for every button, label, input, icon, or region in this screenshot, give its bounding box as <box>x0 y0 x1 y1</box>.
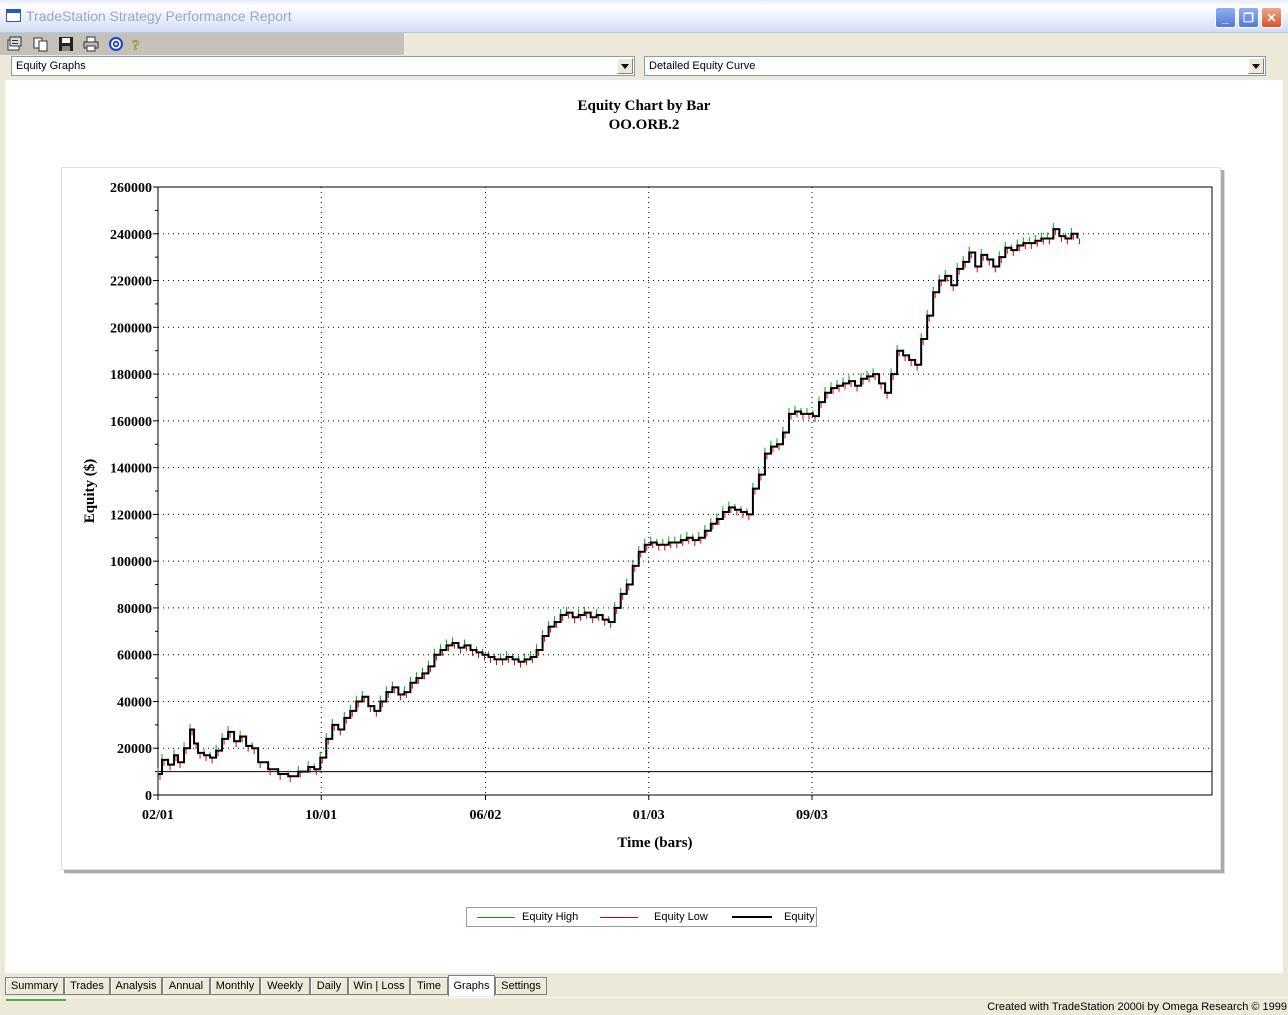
chart-title: Equity Chart by Bar <box>577 98 711 114</box>
app-window-icon <box>6 9 21 22</box>
tab-weekly[interactable]: Weekly <box>260 977 310 995</box>
tab-summary[interactable]: Summary <box>5 977 64 995</box>
toolbar: ? <box>0 33 404 55</box>
copy-icon[interactable] <box>32 35 50 53</box>
report-tabs: Summary Trades Analysis Annual Monthly W… <box>0 975 1288 996</box>
y-tick-label: 220000 <box>110 275 152 290</box>
print-icon[interactable] <box>82 35 100 53</box>
target-icon[interactable] <box>107 35 125 53</box>
legend-swatch-equity-low <box>600 917 638 918</box>
y-tick-label: 260000 <box>110 181 152 196</box>
title-bar: TradeStation Strategy Performance Report… <box>0 0 1288 33</box>
close-icon: ✕ <box>1266 10 1277 25</box>
help-icon[interactable]: ? <box>128 35 146 53</box>
x-tick-label: 10/01 <box>305 808 337 823</box>
graph-select-value: Detailed Equity Curve <box>649 60 756 72</box>
chart-legend: Equity High Equity Low Equity <box>466 907 817 927</box>
legend-label-equity-low: Equity Low <box>654 911 708 923</box>
chart-frame: 0 20000 40000 60000 80000 100000 120000 140000 1… <box>61 167 1221 870</box>
minimize-icon: _ <box>1222 10 1229 25</box>
y-tick-label: 40000 <box>117 695 152 710</box>
close-button[interactable]: ✕ <box>1261 7 1282 28</box>
y-tick-label: 200000 <box>110 321 152 336</box>
status-progress-bar <box>6 999 66 1001</box>
toolbar-background <box>404 33 1288 55</box>
y-tick-label: 80000 <box>117 602 152 617</box>
x-axis-title: Time (bars) <box>617 835 692 851</box>
restore-button[interactable]: ❐ <box>1238 7 1259 28</box>
category-select[interactable]: Equity Graphs <box>11 56 635 76</box>
y-tick-label: 160000 <box>110 415 152 430</box>
y-tick-label: 100000 <box>110 555 152 570</box>
svg-text:?: ? <box>132 38 140 52</box>
tab-analysis[interactable]: Analysis <box>110 977 162 995</box>
x-tick-label: 06/02 <box>470 808 502 823</box>
tab-trades[interactable]: Trades <box>64 977 110 995</box>
y-axis-title: Equity ($) <box>82 459 98 524</box>
restore-icon: ❐ <box>1243 10 1254 25</box>
legend-label-equity: Equity <box>784 911 815 923</box>
chevron-down-icon[interactable] <box>617 58 633 74</box>
chevron-down-icon[interactable] <box>1248 58 1264 74</box>
y-tick-label: 240000 <box>110 228 152 243</box>
legend-swatch-equity <box>732 916 772 918</box>
tab-graphs[interactable]: Graphs <box>448 975 495 996</box>
save-icon[interactable] <box>57 35 75 53</box>
x-tick-label: 09/03 <box>796 808 828 823</box>
tab-win-loss[interactable]: Win | Loss <box>348 977 410 995</box>
legend-label-equity-high: Equity High <box>522 911 579 923</box>
tab-time[interactable]: Time <box>410 977 448 995</box>
y-tick-label: 120000 <box>110 508 152 523</box>
properties-icon[interactable] <box>6 35 24 53</box>
status-bar: Created with TradeStation 2000i by Omega… <box>0 997 1288 1015</box>
y-tick-label: 0 <box>145 789 152 804</box>
tab-monthly[interactable]: Monthly <box>210 977 260 995</box>
chart-subtitle: OO.ORB.2 <box>608 117 680 133</box>
y-tick-label: 140000 <box>110 462 152 477</box>
window-title: TradeStation Strategy Performance Report <box>26 8 292 24</box>
legend-swatch-equity-high <box>477 917 515 918</box>
x-tick-label: 02/01 <box>142 808 174 823</box>
tab-annual[interactable]: Annual <box>162 977 210 995</box>
y-tick-label: 180000 <box>110 368 152 383</box>
graph-select[interactable]: Detailed Equity Curve <box>644 56 1266 76</box>
y-tick-label: 60000 <box>117 649 152 664</box>
y-tick-label: 20000 <box>117 742 152 757</box>
tab-daily[interactable]: Daily <box>310 977 348 995</box>
minimize-button[interactable]: _ <box>1215 7 1236 28</box>
category-select-value: Equity Graphs <box>16 60 86 72</box>
tab-settings[interactable]: Settings <box>495 977 547 995</box>
x-tick-label: 01/03 <box>633 808 665 823</box>
report-content: Equity Chart by Bar OO.ORB.2 0 20000 40000… <box>5 80 1283 973</box>
status-credit: Created with TradeStation 2000i by Omega… <box>987 1001 1287 1013</box>
plot-area <box>157 186 1213 796</box>
equity-chart: 0 20000 40000 60000 80000 100000 120000 140000 1… <box>82 181 1213 851</box>
